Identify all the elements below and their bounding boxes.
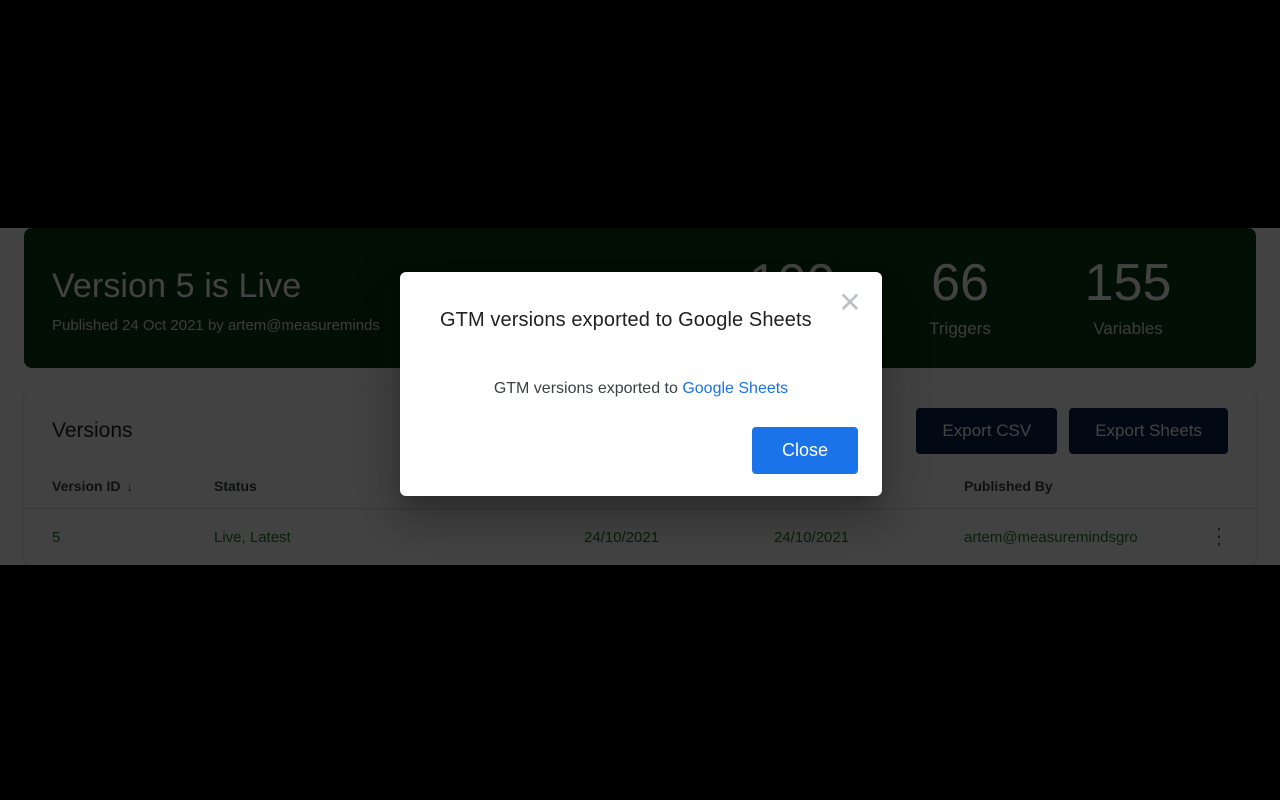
close-button[interactable]: Close: [751, 427, 858, 474]
screen-root: Version 5 is Live Published 24 Oct 2021 …: [0, 0, 1280, 800]
dialog-title: GTM versions exported to Google Sheets: [440, 309, 812, 331]
google-sheets-link[interactable]: Google Sheets: [682, 380, 788, 397]
dialog-footer: Close: [751, 427, 858, 474]
close-icon[interactable]: ✕: [835, 288, 865, 318]
export-confirmation-dialog: ✕ GTM versions exported to Google Sheets…: [400, 272, 882, 496]
dialog-body: GTM versions exported to Google Sheets: [400, 380, 882, 398]
dialog-body-text: GTM versions exported to: [493, 380, 683, 397]
browser-viewport: Version 5 is Live Published 24 Oct 2021 …: [0, 228, 1280, 565]
